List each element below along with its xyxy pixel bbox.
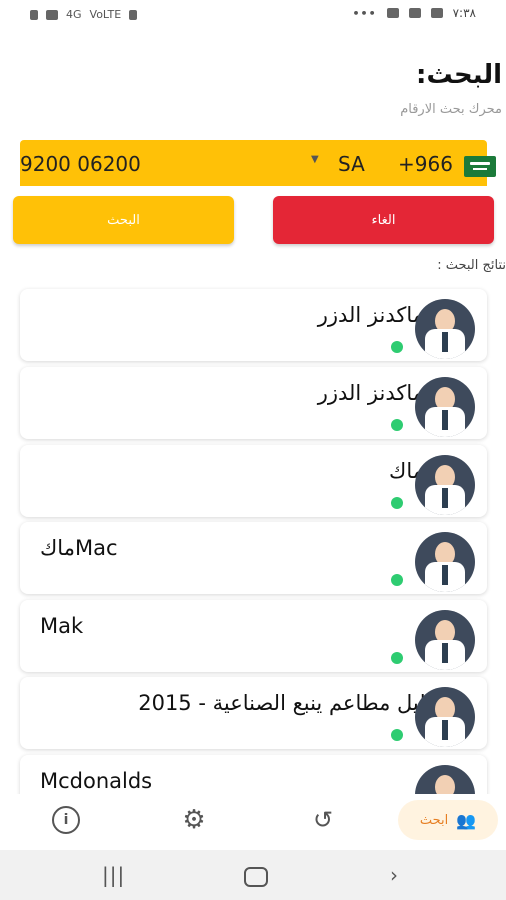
home-icon[interactable] — [244, 867, 268, 887]
nav-search-label: ابحث — [419, 812, 449, 828]
history-icon[interactable]: ↺ — [305, 802, 341, 838]
result-card[interactable]: دليل مطاعم ينبع الصناعية - 2015 — [20, 677, 487, 749]
result-card[interactable]: ماكدنز الدزر — [20, 289, 487, 361]
result-card[interactable]: Mak — [20, 600, 487, 672]
result-name: Mcdonalds — [40, 769, 153, 793]
result-name: Mak — [40, 614, 84, 638]
online-dot — [391, 497, 403, 509]
online-dot — [391, 574, 403, 586]
bottom-nav: i ⚙ ↺ ابحث 👥 — [0, 794, 506, 846]
recent-apps-icon[interactable]: ||| — [102, 863, 125, 887]
avatar — [415, 765, 475, 794]
result-name: ماكMac — [40, 536, 118, 560]
result-card[interactable]: ماك — [20, 445, 487, 517]
avatar — [415, 299, 475, 359]
result-card[interactable]: ماكMac — [20, 522, 487, 594]
avatar — [415, 455, 475, 515]
avatar — [415, 687, 475, 747]
nav-search-tab[interactable]: ابحث 👥 — [398, 800, 498, 840]
search-people-icon: 👥 — [456, 810, 477, 830]
avatar — [415, 610, 475, 670]
online-dot — [391, 729, 403, 741]
online-dot — [391, 341, 403, 353]
avatar — [415, 377, 475, 437]
online-dot — [391, 652, 403, 664]
result-name: دليل مطاعم ينبع الصناعية - 2015 — [138, 691, 435, 715]
system-nav-bar: ||| › — [0, 850, 506, 900]
back-icon[interactable]: › — [390, 863, 398, 887]
result-name: ماكدنز الدزر — [317, 303, 424, 327]
result-card[interactable]: Mcdonalds — [20, 755, 487, 794]
results-list[interactable]: ماكدنز الدزر ماكدنز الدزر ماك ماكMac Mak… — [0, 0, 506, 794]
settings-icon[interactable]: ⚙ — [176, 802, 212, 838]
result-card[interactable]: ماكدنز الدزر — [20, 367, 487, 439]
online-dot — [391, 419, 403, 431]
result-name: ماكدنز الدزر — [317, 381, 424, 405]
avatar — [415, 532, 475, 592]
info-icon[interactable]: i — [48, 802, 84, 838]
